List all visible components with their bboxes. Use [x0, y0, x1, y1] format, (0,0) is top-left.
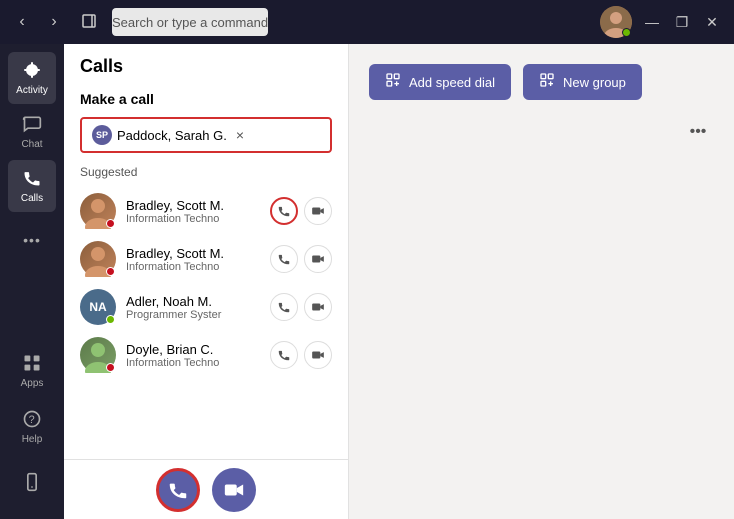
- main-layout: Activity Chat Calls •••: [0, 44, 734, 519]
- chip-close-button[interactable]: ×: [236, 128, 244, 142]
- title-bar-left: ‹ › Search or type a command: [8, 8, 268, 36]
- video-call-icon[interactable]: [304, 293, 332, 321]
- contact-name: Doyle, Brian C.: [126, 342, 260, 357]
- audio-call-icon[interactable]: [270, 293, 298, 321]
- contact-avatar: [80, 337, 116, 373]
- chip-initials: SP: [92, 125, 112, 145]
- bottom-call-bar: [64, 459, 348, 519]
- contact-item[interactable]: Bradley, Scott M. Information Techno: [80, 187, 332, 235]
- contact-avatar: [80, 193, 116, 229]
- minimize-button[interactable]: —: [638, 8, 666, 36]
- sidebar-item-apps[interactable]: Apps: [8, 345, 56, 397]
- contact-chip: SP Paddock, Sarah G. ×: [92, 125, 244, 145]
- more-options-button[interactable]: •••: [682, 116, 714, 148]
- search-placeholder: Search or type a command: [112, 15, 268, 30]
- maximize-button[interactable]: ❐: [668, 8, 696, 36]
- calls-label: Calls: [21, 194, 43, 204]
- svg-text:?: ?: [29, 414, 35, 426]
- audio-call-icon[interactable]: [270, 245, 298, 273]
- right-panel-actions: Add speed dial New group: [369, 64, 714, 100]
- suggested-label: Suggested: [80, 165, 332, 179]
- close-button[interactable]: ✕: [698, 8, 726, 36]
- audio-call-icon[interactable]: [270, 197, 298, 225]
- apps-label: Apps: [21, 379, 44, 389]
- mobile-icon: [22, 472, 42, 495]
- panel-title: Calls: [64, 44, 348, 83]
- user-avatar[interactable]: [600, 6, 632, 38]
- activity-icon: [22, 60, 42, 83]
- help-label: Help: [22, 435, 43, 445]
- help-icon: ?: [22, 409, 42, 432]
- sidebar-item-chat[interactable]: Chat: [8, 106, 56, 158]
- video-call-icon[interactable]: [304, 197, 332, 225]
- sidebar-item-mobile[interactable]: [8, 457, 56, 509]
- make-call-section: Make a call SP Paddock, Sarah G. ×: [64, 83, 348, 165]
- contact-info: Doyle, Brian C. Information Techno: [126, 342, 260, 369]
- chat-label: Chat: [21, 140, 42, 150]
- title-bar-right: — ❐ ✕: [600, 6, 726, 38]
- make-call-title: Make a call: [80, 91, 332, 107]
- sidebar-bottom: Apps ? Help: [8, 345, 56, 511]
- add-speed-dial-icon: [385, 72, 401, 93]
- audio-call-icon[interactable]: [270, 341, 298, 369]
- contact-info: Bradley, Scott M. Information Techno: [126, 246, 260, 273]
- contact-dept: Programmer Syster: [126, 309, 260, 321]
- contact-name: Bradley, Scott M.: [126, 246, 260, 261]
- sidebar: Activity Chat Calls •••: [0, 44, 64, 519]
- suggested-section: Suggested Bradley, Scott M. Information …: [64, 165, 348, 459]
- contact-avatar: [80, 241, 116, 277]
- apps-icon: [22, 353, 42, 376]
- compose-button[interactable]: [76, 8, 104, 36]
- chat-icon: [22, 114, 42, 137]
- video-call-button[interactable]: [212, 468, 256, 512]
- video-call-icon[interactable]: [304, 341, 332, 369]
- sidebar-item-calls[interactable]: Calls: [8, 160, 56, 212]
- right-panel: Add speed dial New group •••: [349, 44, 734, 519]
- contact-item[interactable]: NA Adler, Noah M. Programmer Syster: [80, 283, 332, 331]
- contact-dept: Information Techno: [126, 357, 260, 369]
- left-panel: Calls Make a call SP Paddock, Sarah G. ×…: [64, 44, 349, 519]
- contact-dept: Information Techno: [126, 213, 260, 225]
- contact-actions: [270, 197, 332, 225]
- contact-item[interactable]: Doyle, Brian C. Information Techno: [80, 331, 332, 379]
- contact-actions: [270, 293, 332, 321]
- activity-label: Activity: [16, 86, 48, 96]
- contact-item[interactable]: Bradley, Scott M. Information Techno: [80, 235, 332, 283]
- contact-info: Bradley, Scott M. Information Techno: [126, 198, 260, 225]
- sidebar-item-more[interactable]: •••: [8, 214, 56, 266]
- back-button[interactable]: ‹: [8, 8, 36, 36]
- avatar-status-dot: [622, 28, 631, 37]
- contact-avatar: NA: [80, 289, 116, 325]
- status-dot: [106, 267, 115, 276]
- window-controls: — ❐ ✕: [638, 8, 726, 36]
- contact-actions: [270, 341, 332, 369]
- calls-icon: [22, 168, 42, 191]
- contact-name: Adler, Noah M.: [126, 294, 260, 309]
- sidebar-item-activity[interactable]: Activity: [8, 52, 56, 104]
- new-group-label: New group: [563, 75, 626, 90]
- call-search-input[interactable]: SP Paddock, Sarah G. ×: [80, 117, 332, 153]
- contact-dept: Information Techno: [126, 261, 260, 273]
- new-group-icon: [539, 72, 555, 93]
- add-speed-dial-button[interactable]: Add speed dial: [369, 64, 511, 100]
- new-group-button[interactable]: New group: [523, 64, 642, 100]
- status-dot: [106, 315, 115, 324]
- sidebar-item-help[interactable]: ? Help: [8, 401, 56, 453]
- contact-actions: [270, 245, 332, 273]
- title-bar: ‹ › Search or type a command —: [0, 0, 734, 44]
- nav-controls: ‹ ›: [8, 8, 68, 36]
- status-dot: [106, 219, 115, 228]
- chip-name: Paddock, Sarah G.: [117, 128, 227, 143]
- status-dot: [106, 363, 115, 372]
- search-bar[interactable]: Search or type a command: [112, 8, 268, 36]
- video-call-icon[interactable]: [304, 245, 332, 273]
- more-icon: •••: [23, 233, 41, 247]
- add-speed-dial-label: Add speed dial: [409, 75, 495, 90]
- contact-name: Bradley, Scott M.: [126, 198, 260, 213]
- contact-info: Adler, Noah M. Programmer Syster: [126, 294, 260, 321]
- forward-button[interactable]: ›: [40, 8, 68, 36]
- audio-call-button[interactable]: [156, 468, 200, 512]
- contact-list: Bradley, Scott M. Information Techno: [80, 187, 332, 379]
